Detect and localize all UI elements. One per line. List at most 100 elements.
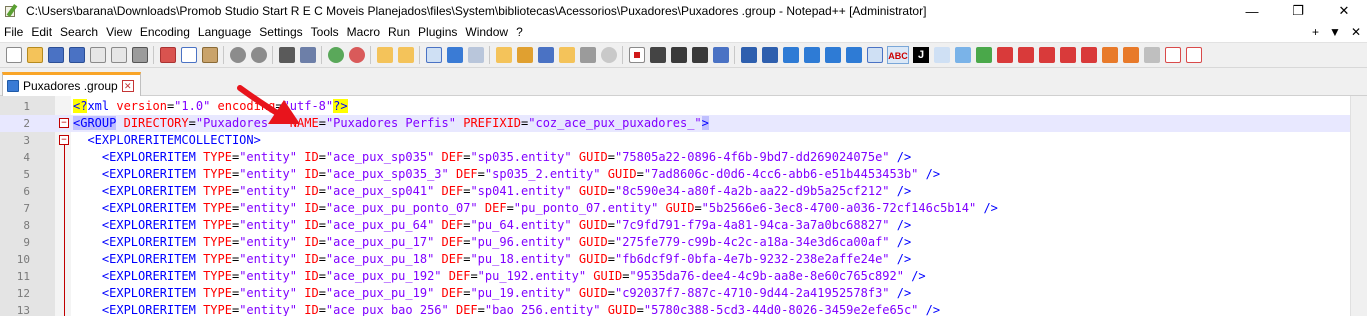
save-icon[interactable] — [47, 47, 64, 63]
run-macro-multiple-icon[interactable] — [691, 47, 708, 63]
zoom-out-icon[interactable] — [348, 47, 365, 63]
compare-icon[interactable] — [954, 47, 971, 63]
tab-list-dropdown-button[interactable]: ▼ — [1329, 25, 1341, 39]
code-line[interactable]: 3 − <EXPLORERITEMCOLLECTION> — [0, 132, 1350, 149]
menu-encoding[interactable]: Encoding — [136, 22, 194, 42]
triangle-down-icon[interactable] — [803, 47, 820, 63]
menu-window[interactable]: Window — [461, 22, 512, 42]
tab-close-icon[interactable]: ✕ — [121, 79, 134, 92]
nav-last-icon[interactable] — [1059, 47, 1076, 63]
arrow-up-icon[interactable] — [824, 47, 841, 63]
sync-v-icon[interactable] — [376, 47, 393, 63]
line-number: 9 — [23, 236, 30, 249]
line-number: 4 — [23, 151, 30, 164]
code-line[interactable]: 13 <EXPLORERITEM TYPE="entity" ID="ace_p… — [0, 302, 1350, 316]
udl-icon[interactable] — [495, 47, 512, 63]
toolbar-separator — [370, 46, 371, 64]
spell-abc-icon[interactable] — [933, 47, 950, 63]
indent-guide-icon[interactable] — [467, 47, 484, 63]
function-list-icon[interactable] — [537, 47, 554, 63]
spell-check-icon[interactable]: ABC — [887, 46, 909, 64]
eye-icon[interactable] — [600, 47, 617, 63]
nav-next-icon[interactable] — [1038, 47, 1055, 63]
menu-macro[interactable]: Macro — [343, 22, 384, 42]
stop-macro-icon[interactable] — [649, 47, 666, 63]
code-line[interactable]: 2 − <GROUP DIRECTORY="Puxadores " NAME="Pu… — [0, 115, 1350, 132]
new-tab-plus-button[interactable]: + — [1312, 25, 1319, 39]
minimize-button[interactable]: — — [1229, 0, 1275, 22]
arrow-down-icon[interactable] — [845, 47, 862, 63]
record-macro-icon[interactable] — [628, 47, 645, 63]
plugin-up-icon[interactable] — [740, 47, 757, 63]
menu-edit[interactable]: Edit — [27, 22, 56, 42]
line-number: 11 — [16, 270, 30, 283]
menu-plugins[interactable]: Plugins — [414, 22, 461, 42]
doc-map-icon[interactable] — [516, 47, 533, 63]
zoom-in-icon[interactable] — [327, 47, 344, 63]
code-line[interactable]: 1 <?xml version="1.0" encoding="utf-8"?> — [0, 98, 1350, 115]
maximize-button[interactable]: ❐ — [1275, 0, 1321, 22]
clear-icon[interactable] — [1143, 47, 1160, 63]
code-line[interactable]: 8 <EXPLORERITEM TYPE="entity" ID="ace_pu… — [0, 217, 1350, 234]
print-icon[interactable] — [131, 47, 148, 63]
paste-icon[interactable] — [201, 47, 218, 63]
fold-toggle-icon[interactable]: − — [59, 118, 69, 128]
open-icon[interactable] — [26, 47, 43, 63]
code-line[interactable]: 4 <EXPLORERITEM TYPE="entity" ID="ace_pu… — [0, 149, 1350, 166]
check-icon[interactable] — [975, 47, 992, 63]
nav-first-icon[interactable] — [996, 47, 1013, 63]
menu-tools[interactable]: Tools — [307, 22, 343, 42]
code-line[interactable]: 5 <EXPLORERITEM TYPE="entity" ID="ace_pu… — [0, 166, 1350, 183]
code-text: <GROUP DIRECTORY="Puxadores " NAME="Puxa… — [73, 116, 709, 130]
fold-toggle-icon[interactable]: − — [59, 135, 69, 145]
all-chars-icon[interactable] — [446, 47, 463, 63]
json-icon[interactable]: J — [913, 47, 929, 63]
save-all-icon[interactable] — [68, 47, 85, 63]
nav-up-icon[interactable] — [1101, 47, 1118, 63]
play-macro-icon[interactable] — [670, 47, 687, 63]
plugin-down-icon[interactable] — [761, 47, 778, 63]
code-line[interactable]: 10 <EXPLORERITEM TYPE="entity" ID="ace_p… — [0, 251, 1350, 268]
save-macro-icon[interactable] — [712, 47, 729, 63]
menu-view[interactable]: View — [102, 22, 136, 42]
code-text: <EXPLORERITEM TYPE="entity" ID="ace_pux_… — [101, 150, 912, 164]
doc-red-icon[interactable] — [1164, 47, 1181, 63]
close-window-button[interactable]: ✕ — [1321, 0, 1367, 22]
toolbar-separator — [223, 46, 224, 64]
nav-prev-icon[interactable] — [1017, 47, 1034, 63]
folder-workspace-icon[interactable] — [558, 47, 575, 63]
editor-area[interactable]: 1 <?xml version="1.0" encoding="utf-8"?> 2… — [0, 96, 1367, 316]
close-icon[interactable] — [89, 47, 106, 63]
redo-icon[interactable] — [250, 47, 267, 63]
monitor-icon[interactable] — [579, 47, 596, 63]
code-line[interactable]: 7 <EXPLORERITEM TYPE="entity" ID="ace_pu… — [0, 200, 1350, 217]
code-line[interactable]: 6 <EXPLORERITEM TYPE="entity" ID="ace_pu… — [0, 183, 1350, 200]
code-line[interactable]: 9 <EXPLORERITEM TYPE="entity" ID="ace_pu… — [0, 234, 1350, 251]
menu-settings[interactable]: Settings — [255, 22, 306, 42]
replace-icon[interactable] — [299, 47, 316, 63]
nav-down-icon[interactable] — [1122, 47, 1139, 63]
close-all-icon[interactable] — [110, 47, 127, 63]
menu-file[interactable]: File — [0, 22, 27, 42]
undo-icon[interactable] — [229, 47, 246, 63]
code-line[interactable]: 12 <EXPLORERITEM TYPE="entity" ID="ace_p… — [0, 285, 1350, 302]
doc-red-2-icon[interactable] — [1185, 47, 1202, 63]
menu-search[interactable]: Search — [56, 22, 102, 42]
code-line[interactable]: 11 <EXPLORERITEM TYPE="entity" ID="ace_p… — [0, 268, 1350, 285]
tab-puxadores-group[interactable]: Puxadores .group ✕ — [2, 72, 141, 96]
sort-icon[interactable] — [866, 47, 883, 63]
sync-h-icon[interactable] — [397, 47, 414, 63]
menu-run[interactable]: Run — [384, 22, 414, 42]
copy-icon[interactable] — [180, 47, 197, 63]
menu-language[interactable]: Language — [194, 22, 255, 42]
nav-sync-icon[interactable] — [1080, 47, 1097, 63]
menu-help[interactable]: ? — [512, 22, 527, 42]
find-icon[interactable] — [278, 47, 295, 63]
cut-icon[interactable] — [159, 47, 176, 63]
wrap-icon[interactable] — [425, 47, 442, 63]
close-doc-button[interactable]: ✕ — [1351, 25, 1361, 39]
toolbar: ABC J — [0, 42, 1367, 68]
vertical-scrollbar[interactable] — [1350, 96, 1367, 316]
new-file-icon[interactable] — [5, 47, 22, 63]
triangle-up-icon[interactable] — [782, 47, 799, 63]
